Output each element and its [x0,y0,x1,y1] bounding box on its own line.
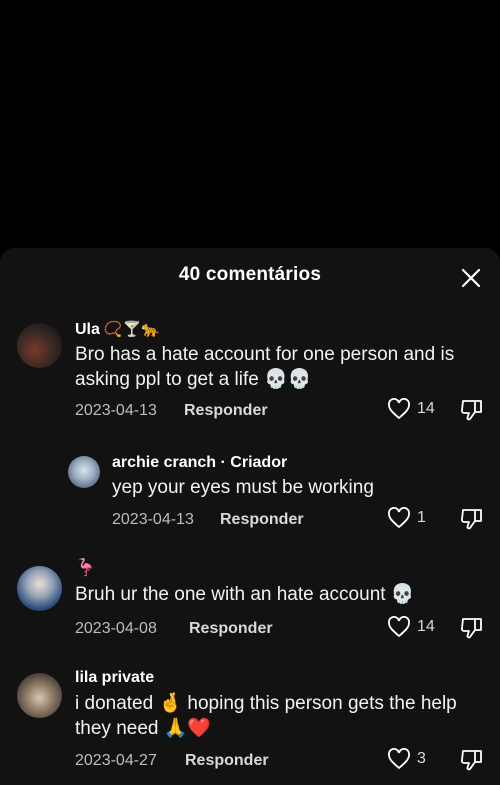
comment-item: 🦩 Bruh ur the one with an hate account 💀… [0,558,500,658]
like-button[interactable]: 14 [387,616,435,638]
heart-outline-icon [388,507,410,529]
like-count: 14 [417,400,435,417]
comment-text: yep your eyes must be working [112,477,374,498]
thumbs-down-icon[interactable] [459,506,485,532]
reply-button[interactable]: Responder [189,620,273,638]
comment-username[interactable]: archie cranch · Criador [112,454,287,472]
heart-outline-icon [388,616,410,638]
like-button[interactable]: 14 [387,398,435,420]
username-emojis: 📿🍸🐆 [103,321,160,338]
like-count: 14 [417,618,435,635]
comment-text: Bruh ur the one with an hate account 💀 [75,584,415,605]
thumbs-down-icon[interactable] [459,397,485,423]
comment-date: 2023-04-13 [112,511,194,528]
comment-date: 2023-04-08 [75,620,157,637]
avatar[interactable] [17,566,62,611]
heart-outline-icon [388,748,410,770]
creator-badge: · Criador [220,454,288,471]
comment-date: 2023-04-27 [75,752,157,769]
comment-date: 2023-04-13 [75,402,157,419]
avatar[interactable] [68,456,100,488]
comment-username[interactable]: Ula 📿🍸🐆 [75,320,160,339]
like-count: 1 [417,509,426,526]
comment-item: Ula 📿🍸🐆 Bro has a hate account for one pe… [0,318,500,428]
avatar[interactable] [17,673,62,718]
like-count: 3 [417,750,426,767]
comment-item: lila private i donated 🤞 hoping this per… [0,668,500,785]
comment-text: Bro has a hate account for one person an… [75,344,455,390]
reply-button[interactable]: Responder [220,511,304,529]
heart-outline-icon [388,398,410,420]
avatar[interactable] [17,323,62,368]
like-button[interactable]: 1 [387,507,426,529]
reply-button[interactable]: Responder [184,402,268,420]
comment-text: i donated 🤞 hoping this person gets the … [75,693,457,739]
thumbs-down-icon[interactable] [459,747,485,773]
thumbs-down-icon[interactable] [459,615,485,641]
like-button[interactable]: 3 [387,748,426,770]
reply-button[interactable]: Responder [185,752,269,770]
comment-username[interactable]: lila private [75,669,154,687]
close-icon[interactable] [460,267,482,289]
comments-sheet: 40 comentários Ula 📿🍸🐆 Bro has a hate acc… [0,248,500,785]
comment-username[interactable]: 🦩 [75,558,96,578]
reply-comment-item: archie cranch · Criador yep your eyes mu… [0,453,500,543]
sheet-title: 40 comentários [178,264,322,285]
